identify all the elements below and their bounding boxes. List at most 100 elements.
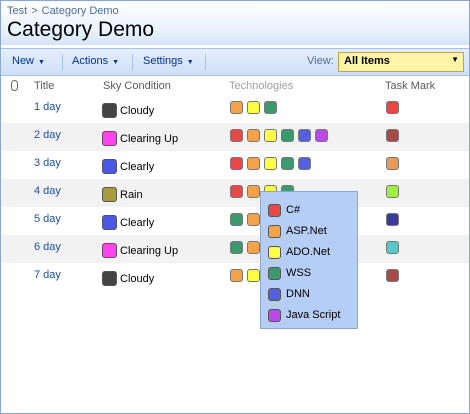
- technology-tag[interactable]: [264, 101, 277, 114]
- sky-condition-label: Rain: [120, 189, 143, 201]
- technology-swatch: [268, 288, 281, 301]
- column-header-technologies[interactable]: Technologies: [229, 80, 293, 92]
- technology-tag[interactable]: [230, 241, 243, 254]
- breadcrumb-root-link[interactable]: Test: [7, 5, 27, 17]
- actions-menu-label: Actions: [72, 55, 109, 67]
- technology-tag[interactable]: [281, 129, 294, 142]
- chevron-down-icon: ▼: [38, 59, 45, 66]
- view-selector-value: All Items: [344, 55, 390, 67]
- actions-menu-button[interactable]: Actions ▼: [72, 55, 119, 67]
- technology-tag[interactable]: [230, 157, 243, 170]
- sky-condition-label: Cloudy: [120, 105, 155, 117]
- item-title-link[interactable]: 6 day: [34, 241, 61, 253]
- table-row: 7 day Cloudy: [1, 263, 469, 291]
- technology-tag[interactable]: [281, 157, 294, 170]
- item-title-link[interactable]: 1 day: [34, 101, 61, 113]
- sky-condition-swatch: [102, 159, 117, 174]
- technologies-popup: C# ASP.Net ADO.Net WSS DNN Java Script: [260, 191, 358, 329]
- breadcrumb: Test > Category Demo: [7, 5, 123, 17]
- technology-tag[interactable]: [315, 129, 328, 142]
- technology-option-label: ADO.Net: [286, 246, 331, 258]
- column-header-title[interactable]: Title: [34, 80, 54, 92]
- item-title-link[interactable]: 7 day: [34, 269, 61, 281]
- task-mark-swatch: [386, 185, 399, 198]
- new-menu-label: New: [12, 55, 35, 67]
- table-row: 6 day Clearing Up: [1, 235, 469, 263]
- sky-condition-swatch: [102, 243, 117, 258]
- technology-tag[interactable]: [247, 129, 260, 142]
- technology-tag[interactable]: [264, 129, 277, 142]
- technology-tag[interactable]: [247, 241, 260, 254]
- chevron-down-icon: ▼: [451, 55, 459, 64]
- technology-option[interactable]: ASP.Net: [268, 224, 354, 240]
- task-mark-swatch: [386, 157, 399, 170]
- item-title-link[interactable]: 5 day: [34, 213, 61, 225]
- technology-option[interactable]: WSS: [268, 266, 354, 282]
- breadcrumb-separator: >: [31, 5, 38, 17]
- column-header-sky-condition[interactable]: Sky Condition: [103, 80, 171, 92]
- technology-option-label: WSS: [286, 267, 312, 279]
- technology-tag[interactable]: [247, 269, 260, 282]
- chevron-down-icon: ▼: [112, 59, 120, 66]
- technology-tag[interactable]: [230, 213, 243, 226]
- technology-option-label: ASP.Net: [286, 225, 327, 237]
- table-row: 5 day Clearly: [1, 207, 469, 235]
- technology-swatch: [268, 267, 281, 280]
- technology-tag[interactable]: [264, 157, 277, 170]
- technology-tag[interactable]: [230, 101, 243, 114]
- sky-condition-label: Clearing Up: [120, 245, 179, 257]
- technology-tag[interactable]: [230, 269, 243, 282]
- table-row: 2 day Clearing Up: [1, 123, 469, 151]
- technology-option[interactable]: DNN: [268, 287, 354, 303]
- technology-option-label: DNN: [286, 288, 310, 300]
- settings-menu-label: Settings: [143, 55, 183, 67]
- technology-swatch: [268, 204, 281, 217]
- table-row: 1 day Cloudy: [1, 95, 469, 123]
- task-mark-swatch: [386, 101, 399, 114]
- toolbar-divider: [62, 54, 63, 70]
- technology-swatch: [268, 225, 281, 238]
- toolbar-divider: [132, 54, 133, 70]
- technology-tag[interactable]: [247, 101, 260, 114]
- sky-condition-swatch: [102, 215, 117, 230]
- technology-option[interactable]: C#: [268, 203, 354, 219]
- task-mark-swatch: [386, 241, 399, 254]
- sky-condition-label: Cloudy: [120, 273, 155, 285]
- technology-option[interactable]: Java Script: [268, 308, 354, 324]
- technology-tag[interactable]: [230, 129, 243, 142]
- settings-menu-button[interactable]: Settings ▼: [143, 55, 194, 67]
- page-title: Category Demo: [7, 18, 155, 41]
- technology-option[interactable]: ADO.Net: [268, 245, 354, 261]
- chevron-down-icon: ▼: [186, 59, 194, 66]
- view-label: View:: [307, 55, 334, 67]
- sky-condition-label: Clearly: [120, 217, 155, 229]
- toolbar-divider: [205, 54, 206, 70]
- technology-tag[interactable]: [247, 213, 260, 226]
- column-header-task-mark[interactable]: Task Mark: [385, 80, 435, 92]
- technology-swatch: [268, 246, 281, 259]
- new-menu-button[interactable]: New ▼: [12, 55, 45, 67]
- breadcrumb-current: Category Demo: [41, 5, 119, 17]
- sky-condition-label: Clearly: [120, 161, 155, 173]
- task-mark-swatch: [386, 213, 399, 226]
- technology-option-label: C#: [286, 204, 301, 216]
- view-selector[interactable]: All Items ▼: [338, 52, 464, 72]
- sky-condition-label: Clearing Up: [120, 133, 179, 145]
- list-toolbar: New ▼ Actions ▼ Settings ▼ View: All Items …: [1, 48, 469, 76]
- page-header: Test > Category Demo Category Demo: [1, 1, 469, 45]
- item-title-link[interactable]: 2 day: [34, 129, 61, 141]
- task-mark-swatch: [386, 129, 399, 142]
- item-title-link[interactable]: 3 day: [34, 157, 61, 169]
- technology-swatch: [268, 309, 281, 322]
- technology-tag[interactable]: [230, 185, 243, 198]
- sky-condition-swatch: [102, 103, 117, 118]
- technology-tag[interactable]: [247, 185, 260, 198]
- sky-condition-swatch: [102, 131, 117, 146]
- item-title-link[interactable]: 4 day: [34, 185, 61, 197]
- technology-tag[interactable]: [298, 157, 311, 170]
- attachment-icon: [11, 80, 18, 91]
- technology-tag[interactable]: [298, 129, 311, 142]
- technology-tag[interactable]: [247, 157, 260, 170]
- sky-condition-swatch: [102, 187, 117, 202]
- table-row: 4 day Rain: [1, 179, 469, 207]
